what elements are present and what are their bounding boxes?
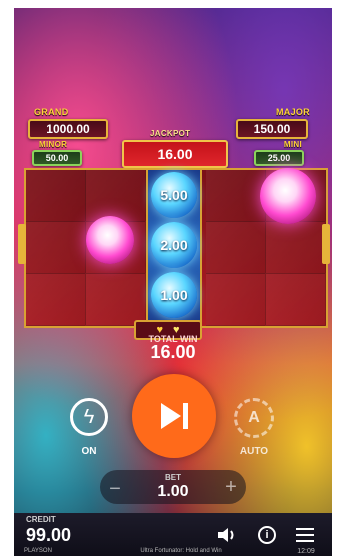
credit-label: CREDIT (26, 515, 56, 524)
mini-label: MINI (283, 140, 302, 149)
turbo-status-label: ON (81, 446, 97, 457)
game-screen: GRAND 1000.00 MAJOR 150.00 MINOR 50.00 M… (14, 8, 332, 556)
info-icon: i (265, 529, 269, 541)
grand-label: GRAND (34, 107, 69, 117)
orb-1: 1.00 (151, 272, 197, 318)
bet-value: 1.00 (157, 483, 189, 500)
play-skip-icon (161, 403, 188, 429)
autoplay-icon: A (248, 409, 260, 426)
pink-orb-right (260, 168, 316, 224)
center-jackpot-value: 16.00 (122, 140, 228, 168)
orb-5: 5.00 (151, 172, 197, 218)
center-jackpot-label: JACKPOT (150, 129, 191, 138)
mini-value: 25.00 (254, 150, 304, 166)
minor-label: MINOR (39, 140, 68, 149)
bet-label: BET (165, 473, 181, 482)
speaker-icon (218, 528, 234, 542)
bet-increase-button[interactable]: + (220, 476, 242, 499)
clock: 12:09 (297, 548, 315, 555)
info-button[interactable]: i (258, 526, 276, 544)
minor-value: 50.00 (32, 150, 82, 166)
brand-label: PLAYSON (24, 548, 52, 554)
menu-button[interactable] (296, 528, 314, 542)
sound-button[interactable] (216, 526, 238, 546)
grand-value: 1000.00 (28, 119, 108, 139)
total-win-value: 16.00 (150, 342, 196, 362)
bet-decrease-button[interactable]: − (104, 478, 126, 501)
major-value: 150.00 (236, 119, 308, 139)
left-side-tab (18, 224, 26, 264)
autoplay-button[interactable]: A (234, 398, 274, 438)
hamburger-icon (296, 528, 314, 542)
turbo-button[interactable]: ϟ (70, 398, 108, 436)
lightning-icon: ϟ (83, 405, 95, 428)
credit-value: 99.00 (26, 525, 72, 545)
spin-button[interactable] (132, 374, 216, 458)
game-title: Ultra Fortunator: Hold and Win (140, 548, 222, 554)
pink-orb-left (86, 216, 134, 264)
orb-2: 2.00 (151, 222, 197, 268)
major-label: MAJOR (275, 107, 310, 117)
right-side-tab (322, 224, 330, 264)
autoplay-label: AUTO (239, 446, 269, 457)
